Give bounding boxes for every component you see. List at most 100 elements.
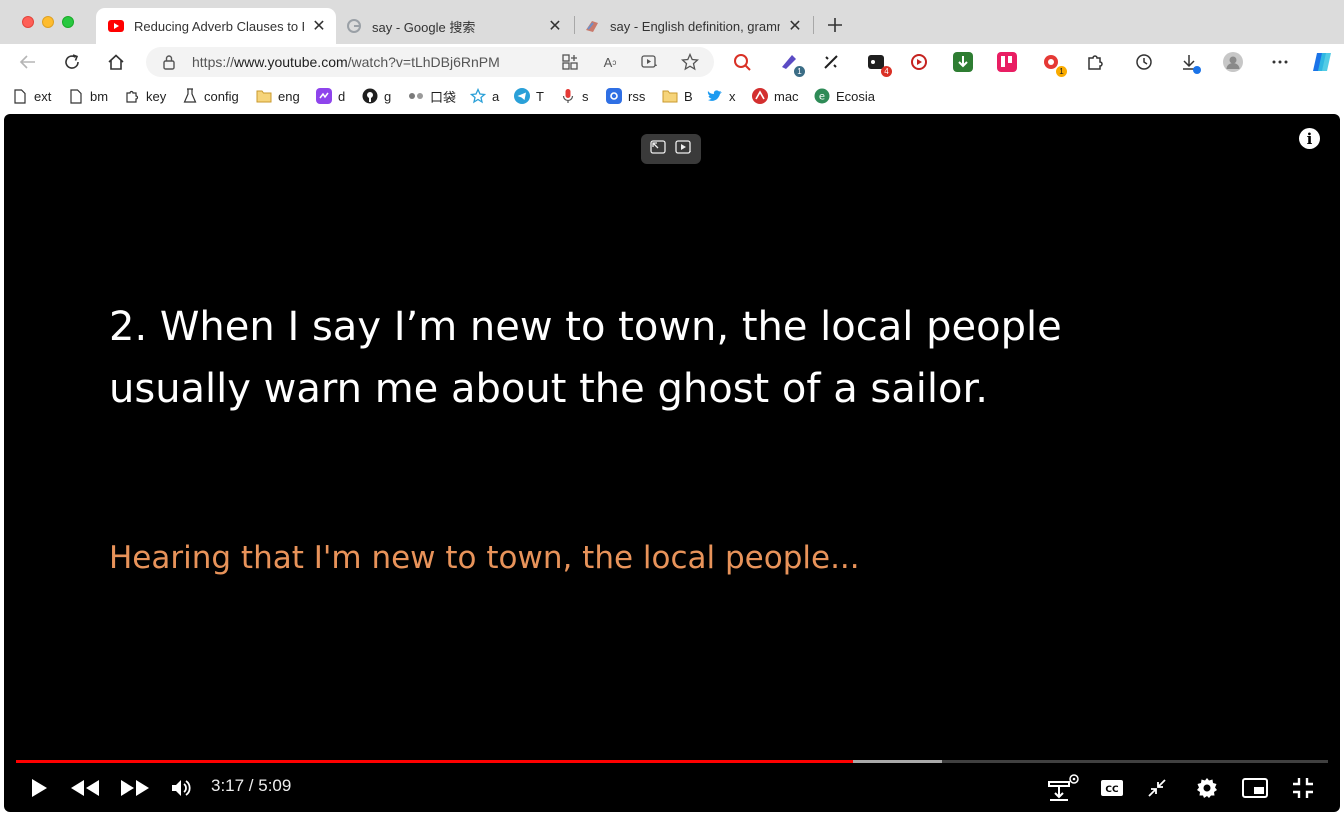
bookmark-mac[interactable]: mac [752,87,799,105]
progress-bar[interactable] [16,760,1328,763]
tab-google[interactable]: say - Google 搜索 ✕ [336,8,572,44]
video-player[interactable]: i 2. When I say I’m new to town, the loc… [4,114,1340,812]
history-icon[interactable] [1134,52,1154,72]
miniplayer-icon [1242,778,1268,798]
tab-separator [574,16,575,34]
extension-badge: 4 [881,66,892,77]
info-icon[interactable]: i [1299,128,1320,149]
bookmark-config[interactable]: config [182,87,239,105]
star-outline-icon [470,88,486,104]
home-icon [108,54,124,70]
download-settings-icon [1048,774,1079,801]
fullscreen-button[interactable] [1285,770,1321,806]
mute-button[interactable] [163,770,199,806]
extension-badge: 1 [1056,66,1067,77]
bookmark-folder-b[interactable]: B [662,87,693,105]
close-tab-icon[interactable]: ✕ [786,17,804,35]
gear-icon [1197,778,1217,798]
tab-separator [813,16,814,34]
tab-dictionary[interactable]: say - English definition, grammar ✕ [576,8,812,44]
bookmark-folder-eng[interactable]: eng [256,87,300,105]
folder-icon [662,88,678,104]
slide-hint-text: Hearing that I'm new to town, the local … [109,540,860,576]
app-available-icon[interactable] [560,52,580,72]
tab-title: say - English definition, grammar [610,18,780,34]
video-downloader-extension-icon[interactable] [909,52,929,72]
copilot-icon[interactable] [1310,50,1334,74]
slide-sentence-line-1: 2. When I say I’m new to town, the local… [109,304,1062,350]
download-green-extension-icon[interactable] [953,52,973,72]
extensions-puzzle-icon[interactable] [1085,52,1105,72]
exit-fullscreen-small-button[interactable] [1139,770,1175,806]
close-window-button[interactable] [22,16,34,28]
downloads-icon[interactable] [1179,52,1201,74]
bookmark-key[interactable]: key [124,87,166,105]
github-icon [362,88,378,104]
reload-button[interactable] [58,48,86,76]
page-icon [12,88,28,104]
sparkle-extension-icon[interactable] [821,52,841,72]
home-button[interactable] [102,48,130,76]
lock-icon[interactable] [162,54,176,75]
notes-extension-icon[interactable]: 1 [779,52,805,77]
bookmark-telegram[interactable]: T [514,87,544,105]
read-aloud-icon[interactable]: Aↄ [600,52,620,72]
closed-captions-icon: CC [1101,780,1123,796]
trello-extension-icon[interactable] [997,52,1017,72]
bookmark-rss[interactable]: rss [606,87,645,105]
bookmark-github[interactable]: g [362,87,391,105]
download-progress-dot [1193,66,1201,74]
zoom-window-button[interactable] [62,16,74,28]
close-tab-icon[interactable]: ✕ [546,17,564,35]
close-tab-icon[interactable]: ✕ [310,17,328,35]
collapse-arrows-icon [1148,779,1166,797]
google-icon [346,18,362,34]
new-tab-button[interactable] [822,12,848,38]
profile-avatar-icon[interactable] [1223,52,1243,72]
bookmark-d[interactable]: d [316,87,345,105]
back-arrow-icon [19,55,35,69]
video-enhance-icon[interactable] [675,138,693,161]
miniplayer-button[interactable] [1237,770,1273,806]
extension-badge: 1 [794,66,805,77]
bookmark-s[interactable]: s [560,87,589,105]
back-button[interactable] [14,48,42,76]
play-button[interactable] [21,770,57,806]
time-display: 3:17 / 5:09 [211,776,292,795]
svg-text:e: e [819,92,825,103]
reload-icon [65,54,79,69]
mac-app-icon [752,88,768,104]
settings-button[interactable] [1189,770,1225,806]
bookmark-twitter[interactable]: x [707,87,736,105]
video-enhance-icon[interactable] [640,52,660,72]
captions-button[interactable]: CC [1094,770,1130,806]
pocket-icon [408,88,424,104]
next-button[interactable] [117,770,153,806]
puzzle-icon [124,88,140,104]
bookmark-pocket[interactable]: 口袋 [408,87,456,105]
bookmark-ecosia[interactable]: e Ecosia [814,87,875,105]
cookie-extension-icon[interactable]: 4 [866,52,892,77]
tab-title: Reducing Adverb Clauses to Phrases [134,18,304,34]
bookmark-bm[interactable]: bm [68,87,108,105]
exit-pip-icon[interactable] [649,138,667,161]
magnifier-extension-icon[interactable] [732,52,752,72]
telegram-icon [514,88,530,104]
url-text[interactable]: https://www.youtube.com/watch?v=tLhDBj6R… [192,54,500,70]
slide-sentence-line-2: usually warn me about the ghost of a sai… [109,366,988,412]
minimize-window-button[interactable] [42,16,54,28]
twitter-icon [707,88,723,104]
page-icon [68,88,84,104]
bookmark-a[interactable]: a [470,87,499,105]
more-options-icon[interactable] [1270,52,1290,72]
favorite-star-icon[interactable] [680,52,700,72]
tab-youtube[interactable]: Reducing Adverb Clauses to Phrases ✕ [96,8,336,44]
record-extension-icon[interactable]: 1 [1041,52,1067,77]
tab-strip: Reducing Adverb Clauses to Phrases ✕ say… [0,0,1344,44]
address-bar[interactable]: https://www.youtube.com/watch?v=tLhDBj6R… [146,47,714,77]
autoplay-settings-button[interactable] [1044,770,1080,806]
previous-button[interactable] [67,770,103,806]
bookmark-ext[interactable]: ext [12,87,51,105]
flask-icon [182,88,198,104]
play-icon [32,779,47,797]
